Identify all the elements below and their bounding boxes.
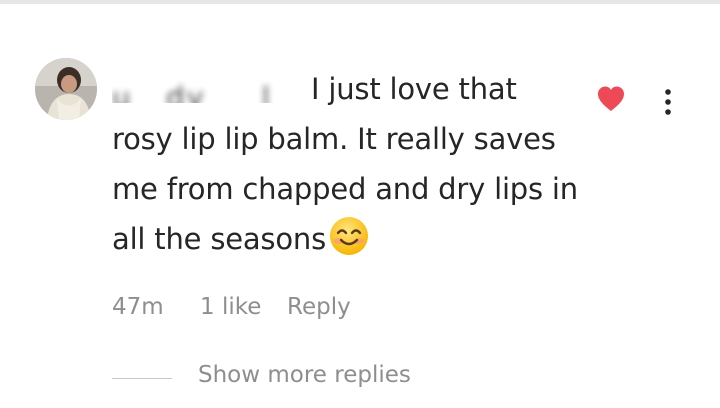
show-more-replies-button[interactable]: Show more replies: [198, 362, 411, 388]
avatar[interactable]: [35, 58, 97, 120]
heart-icon[interactable]: [596, 84, 626, 114]
comment-item: u ­ ­ dy ­ ­ ­ ­ l I just love that rosy…: [0, 0, 720, 408]
show-more-replies-row[interactable]: Show more replies: [112, 362, 512, 394]
replies-divider: [112, 378, 172, 379]
like-count[interactable]: 1 like: [200, 294, 261, 320]
reply-button[interactable]: Reply: [287, 294, 351, 320]
more-options-icon[interactable]: [661, 88, 675, 116]
comment-body: u ­ ­ dy ­ ­ ­ ­ l I just love that rosy…: [112, 64, 582, 264]
smiling-face-emoji-icon: [328, 215, 370, 257]
avatar-image: [35, 58, 97, 120]
comment-timestamp: 47m: [112, 294, 164, 320]
username[interactable]: u ­ ­ dy ­ ­ ­ ­ l: [112, 73, 302, 103]
